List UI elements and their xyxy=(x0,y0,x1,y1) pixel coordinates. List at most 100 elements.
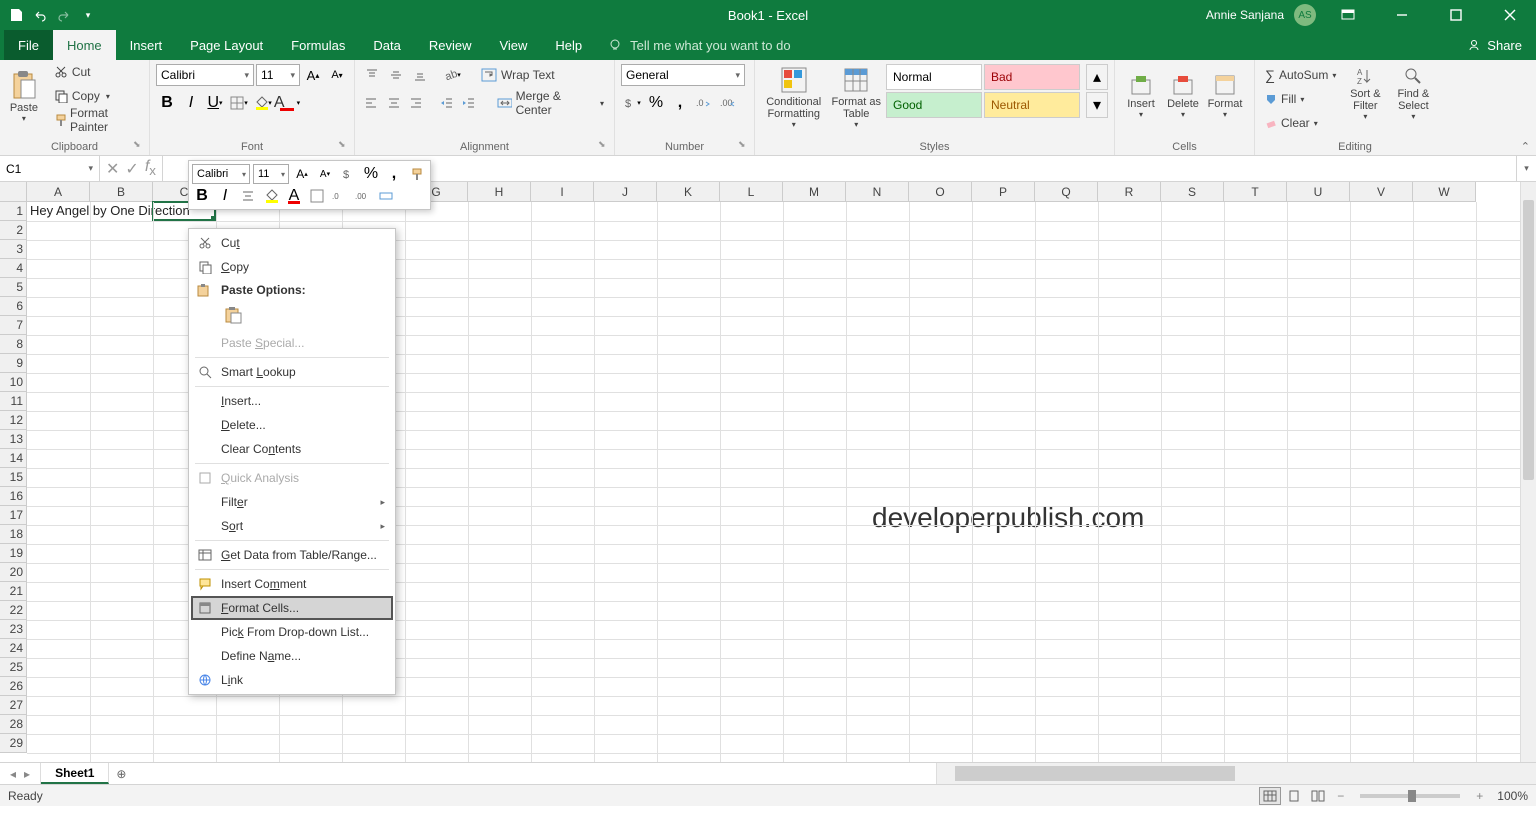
tab-review[interactable]: Review xyxy=(415,30,486,60)
row-header[interactable]: 9 xyxy=(0,354,27,373)
row-header[interactable]: 25 xyxy=(0,658,27,677)
row-header[interactable]: 24 xyxy=(0,639,27,658)
row-header[interactable]: 2 xyxy=(0,221,27,240)
mini-increase-font-icon[interactable]: A▴ xyxy=(292,164,312,184)
row-header[interactable]: 22 xyxy=(0,601,27,620)
tab-insert[interactable]: Insert xyxy=(116,30,177,60)
column-header[interactable]: N xyxy=(846,182,909,202)
column-header[interactable]: V xyxy=(1350,182,1413,202)
align-top-icon[interactable] xyxy=(361,64,383,86)
tab-file[interactable]: File xyxy=(4,30,53,60)
column-header[interactable]: Q xyxy=(1035,182,1098,202)
mini-font-color-icon[interactable]: A xyxy=(284,186,304,206)
row-header[interactable]: 14 xyxy=(0,449,27,468)
ctx-cut[interactable]: Cut xyxy=(191,231,393,255)
wrap-text-button[interactable]: Wrap Text xyxy=(477,64,559,86)
fill-button[interactable]: Fill▾ xyxy=(1261,88,1340,110)
mini-font-combo[interactable]: Calibri xyxy=(192,164,250,184)
row-header[interactable]: 20 xyxy=(0,563,27,582)
mini-dec-decimal-icon[interactable]: .00 xyxy=(353,186,373,206)
border-button[interactable]: ▾ xyxy=(228,92,250,114)
mini-align-center-icon[interactable] xyxy=(238,186,258,206)
hscroll-thumb[interactable] xyxy=(955,766,1235,781)
tab-home[interactable]: Home xyxy=(53,30,116,60)
row-header[interactable]: 4 xyxy=(0,259,27,278)
row-header[interactable]: 1 xyxy=(0,202,27,221)
column-header[interactable]: K xyxy=(657,182,720,202)
collapse-ribbon-icon[interactable]: ⌃ xyxy=(1521,140,1530,153)
row-header[interactable]: 15 xyxy=(0,468,27,487)
close-icon[interactable] xyxy=(1488,0,1532,30)
ctx-paste-default[interactable] xyxy=(221,303,245,327)
avatar[interactable]: AS xyxy=(1294,4,1316,26)
column-header[interactable]: H xyxy=(468,182,531,202)
mini-accounting-icon[interactable]: $ xyxy=(338,164,358,184)
increase-font-icon[interactable]: A▴ xyxy=(302,64,324,86)
comma-icon[interactable]: , xyxy=(669,92,691,114)
ctx-sort[interactable]: Sort▸ xyxy=(191,514,393,538)
italic-button[interactable]: I xyxy=(180,92,202,114)
expand-formula-bar-icon[interactable]: ▾ xyxy=(1516,156,1536,181)
column-header[interactable]: M xyxy=(783,182,846,202)
view-normal-icon[interactable] xyxy=(1259,787,1281,805)
maximize-icon[interactable] xyxy=(1434,0,1478,30)
style-normal[interactable]: Normal xyxy=(886,64,982,90)
row-header[interactable]: 29 xyxy=(0,734,27,753)
mini-decrease-font-icon[interactable]: A▾ xyxy=(315,164,335,184)
mini-italic-button[interactable]: I xyxy=(215,186,235,206)
ctx-paste-special[interactable]: Paste Special... xyxy=(191,331,393,355)
mini-inc-decimal-icon[interactable]: .0 xyxy=(330,186,350,206)
row-header[interactable]: 5 xyxy=(0,278,27,297)
mini-comma-icon[interactable]: , xyxy=(384,164,404,184)
font-size-combo[interactable]: 11 xyxy=(256,64,300,86)
format-cells-button[interactable]: Format▾ xyxy=(1205,72,1245,121)
view-page-layout-icon[interactable] xyxy=(1283,787,1305,805)
column-header[interactable]: L xyxy=(720,182,783,202)
ctx-get-data[interactable]: Get Data from Table/Range... xyxy=(191,543,393,567)
row-header[interactable]: 13 xyxy=(0,430,27,449)
decrease-indent-icon[interactable] xyxy=(436,92,457,114)
font-dialog-icon[interactable]: ⬊ xyxy=(338,139,350,151)
vscroll-thumb[interactable] xyxy=(1523,200,1534,480)
style-good[interactable]: Good xyxy=(886,92,982,118)
mini-size-combo[interactable]: 11 xyxy=(253,164,289,184)
font-color-button[interactable]: A▾ xyxy=(276,92,298,114)
format-as-table-button[interactable]: Format as Table▾ xyxy=(828,64,884,131)
row-header[interactable]: 11 xyxy=(0,392,27,411)
column-header[interactable]: T xyxy=(1224,182,1287,202)
enter-formula-icon[interactable]: ✓ xyxy=(125,159,138,179)
decrease-font-icon[interactable]: A▾ xyxy=(326,64,348,86)
row-header[interactable]: 17 xyxy=(0,506,27,525)
save-icon[interactable] xyxy=(8,7,24,23)
ctx-insert[interactable]: Insert... xyxy=(191,389,393,413)
paste-button[interactable]: Paste ▾ xyxy=(6,68,42,125)
column-header[interactable]: U xyxy=(1287,182,1350,202)
mini-border-icon[interactable] xyxy=(307,186,327,206)
ctx-delete[interactable]: Delete... xyxy=(191,413,393,437)
add-sheet-button[interactable]: ⊕ xyxy=(109,763,133,784)
align-bottom-icon[interactable] xyxy=(409,64,431,86)
tab-help[interactable]: Help xyxy=(541,30,596,60)
row-header[interactable]: 21 xyxy=(0,582,27,601)
underline-button[interactable]: U▾ xyxy=(204,92,226,114)
zoom-percent[interactable]: 100% xyxy=(1497,789,1528,803)
column-header[interactable]: W xyxy=(1413,182,1476,202)
ctx-pick-list[interactable]: Pick From Drop-down List... xyxy=(191,620,393,644)
ctx-copy[interactable]: Copy xyxy=(191,255,393,279)
ctx-define-name[interactable]: Define Name... xyxy=(191,644,393,668)
column-header[interactable]: J xyxy=(594,182,657,202)
mini-merge-icon[interactable] xyxy=(376,186,396,206)
mini-format-painter-icon[interactable] xyxy=(407,164,427,184)
copy-button[interactable]: Copy▾ xyxy=(50,85,143,107)
zoom-thumb[interactable] xyxy=(1408,790,1416,802)
column-header[interactable]: R xyxy=(1098,182,1161,202)
ctx-clear-contents[interactable]: Clear Contents xyxy=(191,437,393,461)
delete-cells-button[interactable]: Delete▾ xyxy=(1163,72,1203,121)
row-header[interactable]: 7 xyxy=(0,316,27,335)
column-header[interactable]: P xyxy=(972,182,1035,202)
style-bad[interactable]: Bad xyxy=(984,64,1080,90)
mini-fill-color-icon[interactable] xyxy=(261,186,281,206)
row-header[interactable]: 10 xyxy=(0,373,27,392)
row-header[interactable]: 18 xyxy=(0,525,27,544)
sheet-nav[interactable]: ◂▸ xyxy=(0,763,41,784)
